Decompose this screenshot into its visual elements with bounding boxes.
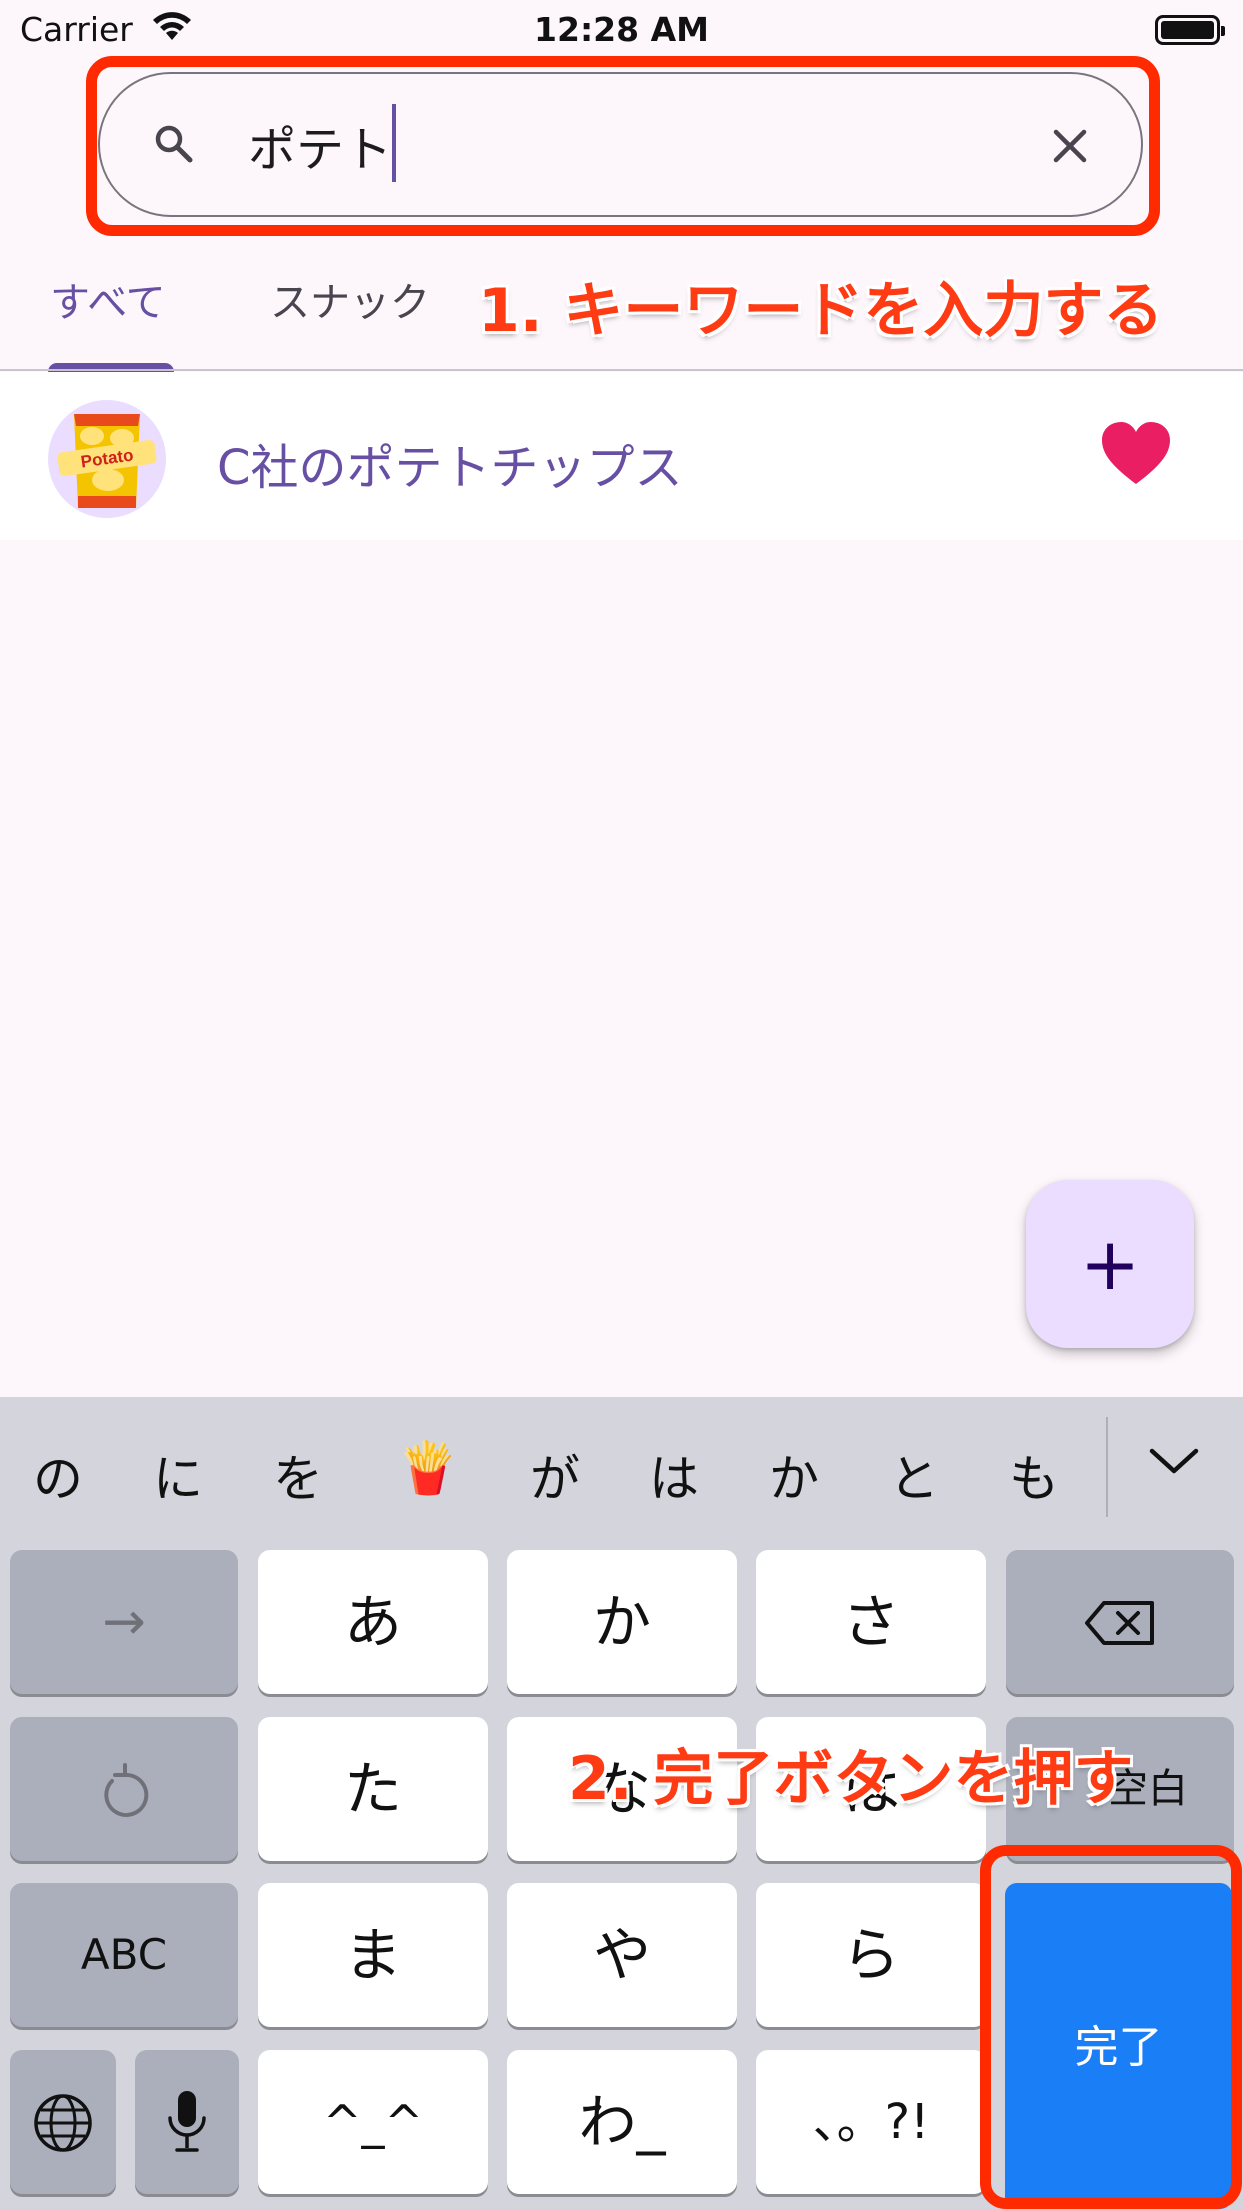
globe-icon xyxy=(32,2092,94,2158)
key-ya[interactable]: や xyxy=(507,1883,737,2027)
key-kaomoji[interactable]: ^_^ xyxy=(258,2050,488,2194)
candidate[interactable]: の xyxy=(18,1439,98,1511)
globe-key[interactable] xyxy=(10,2050,116,2194)
plus-icon: + xyxy=(1079,1222,1141,1306)
chevron-down-icon[interactable] xyxy=(1148,1445,1200,1481)
search-highlight-box xyxy=(86,56,1160,236)
clock: 12:28 AM xyxy=(534,10,709,49)
divider xyxy=(0,369,1243,371)
list-item[interactable]: Potato C社のポテトチップス xyxy=(0,372,1243,540)
tab-snack[interactable]: スナック xyxy=(270,270,430,328)
key-punctuation[interactable]: 、。?! xyxy=(756,2050,986,2194)
abc-key[interactable]: ABC xyxy=(10,1883,238,2027)
backspace-icon xyxy=(1084,1600,1156,1650)
key-sa[interactable]: さ xyxy=(756,1550,986,1694)
candidate[interactable]: か xyxy=(754,1439,834,1511)
undo-icon xyxy=(98,1761,152,1823)
key-ta[interactable]: た xyxy=(258,1717,488,1861)
candidate[interactable]: に xyxy=(138,1439,218,1511)
key-ma[interactable]: ま xyxy=(258,1883,488,2027)
annotation-step1: 1. キーワードを入力する xyxy=(478,276,1164,346)
candidate[interactable]: と xyxy=(874,1439,954,1511)
candidate[interactable]: も xyxy=(994,1439,1074,1511)
arrow-key[interactable]: → xyxy=(10,1550,238,1694)
candidate-emoji[interactable]: 🍟 xyxy=(388,1439,468,1498)
key-a[interactable]: あ xyxy=(258,1550,488,1694)
avatar: Potato xyxy=(48,400,166,518)
candidate[interactable]: は xyxy=(634,1439,714,1511)
battery-icon xyxy=(1155,15,1225,45)
microphone-icon xyxy=(165,2088,209,2160)
key-ra[interactable]: ら xyxy=(756,1883,986,2027)
heart-icon[interactable] xyxy=(1100,420,1172,490)
tab-all[interactable]: すべて xyxy=(50,270,166,328)
divider xyxy=(1106,1417,1108,1517)
key-wa[interactable]: わ_ xyxy=(507,2050,737,2194)
candidate[interactable]: を xyxy=(258,1439,338,1511)
status-bar: Carrier 12:28 AM xyxy=(0,0,1243,60)
undo-key[interactable] xyxy=(10,1717,238,1861)
item-title: C社のポテトチップス xyxy=(217,440,683,496)
annotation-step2: 2. 完了ボタンを押す xyxy=(568,1744,1134,1814)
done-highlight-box xyxy=(980,1845,1242,2209)
backspace-key[interactable] xyxy=(1006,1550,1234,1694)
mic-key[interactable] xyxy=(135,2050,239,2194)
add-button[interactable]: + xyxy=(1026,1180,1194,1348)
candidate[interactable]: が xyxy=(515,1439,595,1511)
key-ka[interactable]: か xyxy=(507,1550,737,1694)
